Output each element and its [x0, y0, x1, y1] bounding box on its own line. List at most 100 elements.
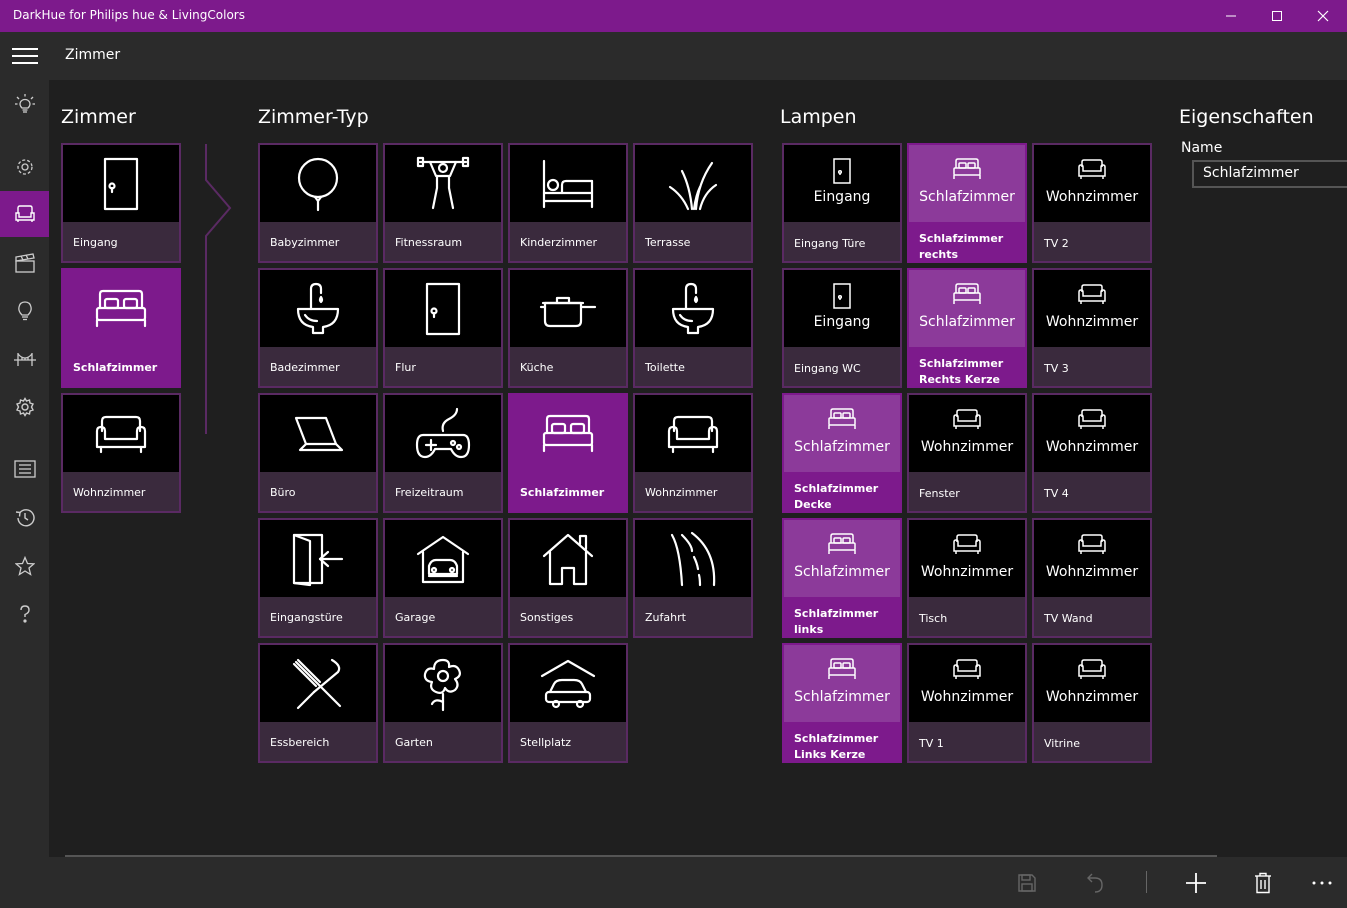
- room-type-tile-büro[interactable]: Büro: [258, 393, 378, 513]
- sink-icon: [635, 270, 751, 347]
- maximize-button[interactable]: [1254, 0, 1300, 32]
- lamp-label: Schlafzimmer Rechts Kerze: [919, 357, 1004, 386]
- nav-help[interactable]: [0, 591, 49, 637]
- gamepad-icon: [385, 395, 501, 472]
- room-type-tile-garage[interactable]: Garage: [383, 518, 503, 638]
- room-tile-eingang[interactable]: Eingang: [61, 143, 181, 263]
- lamp-tile[interactable]: Schlafzimmer Schlafzimmer Rechts Kerze: [907, 268, 1027, 388]
- lamp-label: Eingang Türe: [794, 237, 866, 250]
- nav-favorites[interactable]: [0, 543, 49, 589]
- tile-label: Kinderzimmer: [520, 236, 598, 249]
- tile-label: Essbereich: [270, 736, 330, 749]
- room-tile-wohnzimmer[interactable]: Wohnzimmer: [61, 393, 181, 513]
- room-type-tile-wohnzimmer[interactable]: Wohnzimmer: [633, 393, 753, 513]
- name-input[interactable]: Schlafzimmer: [1192, 160, 1347, 188]
- room-type-tile-sonstiges[interactable]: Sonstiges: [508, 518, 628, 638]
- flower-icon: [385, 645, 501, 722]
- tile-label: Badezimmer: [270, 361, 340, 374]
- lamp-tile[interactable]: Wohnzimmer TV 2: [1032, 143, 1152, 263]
- room-type-tile-badezimmer[interactable]: Badezimmer: [258, 268, 378, 388]
- lamp-tile[interactable]: Eingang Eingang WC: [782, 268, 902, 388]
- room-type-tile-freizeitraum[interactable]: Freizeitraum: [383, 393, 503, 513]
- lamp-room-name: Wohnzimmer: [920, 564, 1014, 580]
- bulb-glow-icon: [14, 94, 35, 113]
- command-bar: [49, 857, 1347, 908]
- lamp-label: Eingang WC: [794, 362, 861, 375]
- room-type-tile-küche[interactable]: Küche: [508, 268, 628, 388]
- sofa-icon: [1034, 407, 1150, 431]
- lamp-label: TV 1: [919, 737, 944, 750]
- more-button[interactable]: [1302, 865, 1342, 901]
- lamp-tile[interactable]: Schlafzimmer Schlafzimmer links: [782, 518, 902, 638]
- delete-button[interactable]: [1243, 865, 1283, 901]
- nav-scenes[interactable]: [0, 144, 49, 190]
- sofa-icon: [909, 532, 1025, 556]
- minimize-button[interactable]: [1208, 0, 1254, 32]
- lamp-room-name: Schlafzimmer: [794, 689, 890, 705]
- lamp-tile[interactable]: Schlafzimmer Schlafzimmer Decke: [782, 393, 902, 513]
- lamp-room-name: Eingang: [813, 314, 871, 330]
- lamp-tile[interactable]: Wohnzimmer Fenster: [907, 393, 1027, 513]
- room-type-tile-fitnessraum[interactable]: Fitnessraum: [383, 143, 503, 263]
- lamp-tile-header: Schlafzimmer: [784, 395, 900, 472]
- room-type-tile-flur[interactable]: Flur: [383, 268, 503, 388]
- lightbulb-icon: [17, 301, 32, 321]
- tile-label: Toilette: [645, 361, 685, 374]
- room-type-tile-garten[interactable]: Garten: [383, 643, 503, 763]
- tile-label: Flur: [395, 361, 416, 374]
- nav-bridge[interactable]: [0, 336, 49, 382]
- bed-icon: [510, 395, 626, 472]
- page-title: Zimmer: [65, 47, 121, 63]
- lamp-tile[interactable]: Wohnzimmer TV 4: [1032, 393, 1152, 513]
- nav-log[interactable]: [0, 446, 49, 492]
- lamp-tile[interactable]: Wohnzimmer Tisch: [907, 518, 1027, 638]
- laptop-icon: [260, 395, 376, 472]
- lamp-tile[interactable]: Wohnzimmer TV 3: [1032, 268, 1152, 388]
- tile-label: Schlafzimmer: [520, 486, 605, 499]
- star-icon: [14, 556, 35, 576]
- nav-scenes-clapper[interactable]: [0, 240, 49, 286]
- kids-bed-icon: [510, 145, 626, 222]
- lamp-tile[interactable]: Wohnzimmer Vitrine: [1032, 643, 1152, 763]
- room-tile-schlafzimmer[interactable]: Schlafzimmer: [61, 268, 181, 388]
- window-title: DarkHue for Philips hue & LivingColors: [13, 8, 245, 22]
- tile-label: Garage: [395, 611, 436, 624]
- close-button[interactable]: [1300, 0, 1346, 32]
- lamp-label: TV 4: [1044, 487, 1069, 500]
- undo-button[interactable]: [1075, 865, 1115, 901]
- hamburger-button[interactable]: [0, 32, 49, 80]
- lamp-tile[interactable]: Schlafzimmer Schlafzimmer Links Kerze: [782, 643, 902, 763]
- lamp-tile-header: Schlafzimmer: [784, 645, 900, 722]
- tile-label: Eingang: [73, 236, 118, 249]
- bed-icon: [909, 157, 1025, 181]
- room-type-tile-schlafzimmer[interactable]: Schlafzimmer: [508, 393, 628, 513]
- room-type-tile-terrasse[interactable]: Terrasse: [633, 143, 753, 263]
- lamp-tile[interactable]: Schlafzimmer Schlafzimmer rechts: [907, 143, 1027, 263]
- undo-icon: [1087, 873, 1103, 893]
- room-type-tile-essbereich[interactable]: Essbereich: [258, 643, 378, 763]
- lamp-tile[interactable]: Eingang Eingang Türe: [782, 143, 902, 263]
- nav-lights[interactable]: [0, 81, 49, 127]
- nav-bulbs[interactable]: [0, 288, 49, 334]
- room-type-tile-kinderzimmer[interactable]: Kinderzimmer: [508, 143, 628, 263]
- nav-history[interactable]: [0, 495, 49, 541]
- nav-rooms[interactable]: [0, 191, 49, 237]
- carport-icon: [510, 645, 626, 722]
- room-type-tile-zufahrt[interactable]: Zufahrt: [633, 518, 753, 638]
- nav-settings[interactable]: [0, 384, 49, 430]
- add-button[interactable]: [1176, 865, 1216, 901]
- garage-icon: [385, 520, 501, 597]
- room-type-tile-toilette[interactable]: Toilette: [633, 268, 753, 388]
- gear-outline-icon: [16, 159, 33, 175]
- selection-connector: [205, 144, 232, 434]
- history-icon: [15, 509, 35, 527]
- room-type-tile-babyzimmer[interactable]: Babyzimmer: [258, 143, 378, 263]
- lamp-tile[interactable]: Wohnzimmer TV Wand: [1032, 518, 1152, 638]
- save-button[interactable]: [1007, 865, 1047, 901]
- lamp-tile[interactable]: Wohnzimmer TV 1: [907, 643, 1027, 763]
- delete-icon: [1255, 872, 1271, 894]
- sofa-icon: [1034, 532, 1150, 556]
- room-type-tile-stellplatz[interactable]: Stellplatz: [508, 643, 628, 763]
- tile-label: Stellplatz: [520, 736, 572, 749]
- room-type-tile-eingangstüre[interactable]: Eingangstüre: [258, 518, 378, 638]
